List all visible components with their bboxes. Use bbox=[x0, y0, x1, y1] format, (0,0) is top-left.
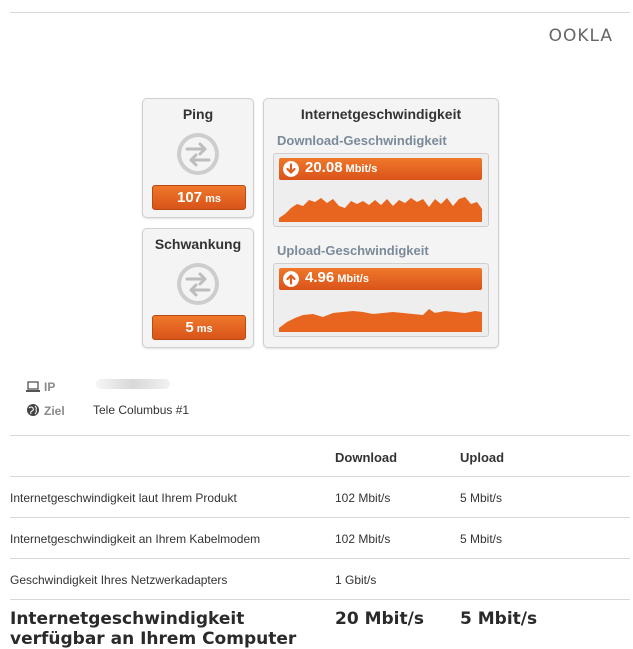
download-speed: 20.08 Mbit/s bbox=[305, 159, 377, 176]
ping-unit: ms bbox=[205, 193, 221, 205]
upload-graph-plot bbox=[279, 309, 482, 332]
ziel-label: Ziel bbox=[44, 404, 65, 418]
upload-graph: 4.96 Mbit/s bbox=[273, 263, 489, 337]
ip-label: IP bbox=[44, 380, 56, 394]
download-graph: 20.08 Mbit/s bbox=[273, 153, 489, 227]
download-graph-plot bbox=[279, 197, 482, 222]
arrow-up-icon bbox=[283, 271, 299, 287]
download-speed-bar: 20.08 Mbit/s bbox=[279, 158, 482, 180]
ookla-logo: OOKLA bbox=[548, 26, 613, 46]
ping-card: Ping 107 ms bbox=[142, 98, 254, 218]
table-divider bbox=[10, 517, 630, 518]
ziel-row: Ziel bbox=[26, 403, 65, 418]
upload-value: 4.96 bbox=[305, 269, 335, 286]
ziel-value: Tele Columbus #1 bbox=[93, 403, 190, 417]
download-label: Download-Geschwindigkeit bbox=[277, 133, 447, 148]
final-download: 20 Mbit/s bbox=[335, 609, 424, 629]
download-value: 20.08 bbox=[305, 159, 343, 176]
upload-speed: 4.96 Mbit/s bbox=[305, 269, 369, 286]
jitter-card: Schwankung 5 ms bbox=[142, 228, 254, 348]
table-row-label: Internetgeschwindigkeit laut Ihrem Produ… bbox=[10, 491, 237, 505]
table-row-label: Internetgeschwindigkeit an Ihrem Kabelmo… bbox=[10, 532, 261, 546]
table-row-label: Geschwindigkeit Ihres Netzwerkadapters bbox=[10, 573, 228, 587]
ping-title: Ping bbox=[182, 106, 214, 122]
laptop-icon bbox=[26, 381, 40, 392]
speed-card: Internetgeschwindigkeit Download-Geschwi… bbox=[263, 98, 499, 348]
ip-row: IP bbox=[26, 380, 55, 394]
jitter-unit: ms bbox=[196, 323, 213, 335]
upload-unit: Mbit/s bbox=[337, 273, 369, 285]
jitter-value: 5 bbox=[185, 319, 194, 336]
ping-value: 107 bbox=[177, 189, 203, 206]
upload-label: Upload-Geschwindigkeit bbox=[277, 243, 429, 258]
top-divider bbox=[10, 12, 630, 13]
jitter-arrows-icon bbox=[177, 263, 219, 305]
table-header-download: Download bbox=[335, 450, 398, 465]
table-row-upload: 5 Mbit/s bbox=[460, 491, 503, 505]
speed-title: Internetgeschwindigkeit bbox=[300, 106, 462, 122]
final-upload: 5 Mbit/s bbox=[460, 609, 538, 629]
table-header-upload: Upload bbox=[460, 450, 505, 465]
final-label-line2: verfügbar an Ihrem Computer bbox=[10, 629, 297, 649]
table-row-download: 102 Mbit/s bbox=[335, 491, 391, 505]
table-row-upload: 5 Mbit/s bbox=[460, 532, 503, 546]
download-unit: Mbit/s bbox=[345, 163, 378, 175]
ping-value-box: 107 ms bbox=[152, 185, 246, 210]
ip-value-redacted bbox=[96, 379, 170, 389]
arrow-down-icon bbox=[283, 161, 299, 177]
table-row-download: 1 Gbit/s bbox=[335, 573, 377, 587]
table-row-download: 102 Mbit/s bbox=[335, 532, 391, 546]
ping-arrows-icon bbox=[177, 133, 219, 175]
table-divider bbox=[10, 558, 630, 559]
final-label-line1: Internetgeschwindigkeit bbox=[10, 609, 245, 629]
globe-icon bbox=[27, 404, 39, 416]
upload-speed-bar: 4.96 Mbit/s bbox=[279, 268, 482, 290]
jitter-title: Schwankung bbox=[154, 236, 242, 252]
jitter-value-box: 5 ms bbox=[152, 315, 246, 340]
table-divider bbox=[10, 599, 630, 600]
table-divider bbox=[10, 476, 630, 477]
table-top-divider bbox=[10, 435, 630, 436]
